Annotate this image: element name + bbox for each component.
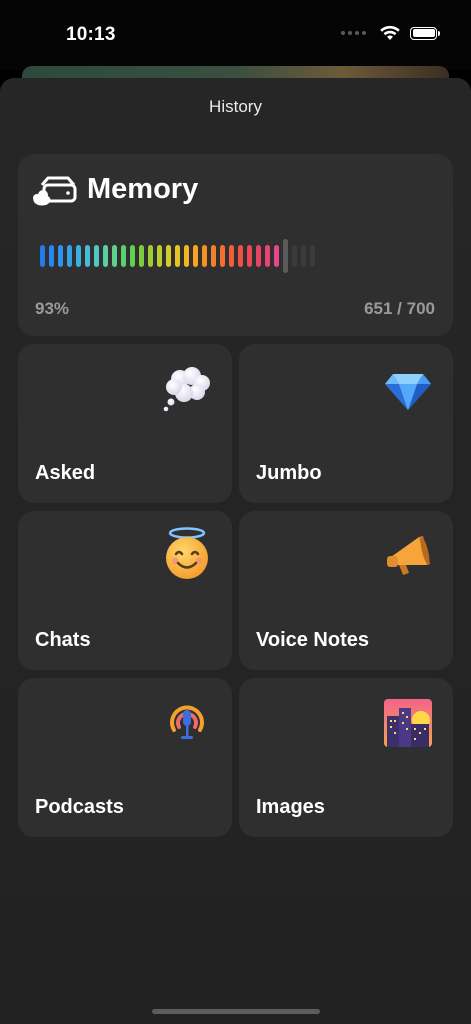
city-sunset-icon xyxy=(384,699,432,747)
memory-usage-meter xyxy=(40,239,315,273)
status-bar: 10:13 xyxy=(0,0,471,70)
memory-meter-segment xyxy=(202,245,207,267)
tile-label: Podcasts xyxy=(35,796,124,818)
memory-meter-segment xyxy=(229,245,234,267)
home-indicator xyxy=(152,1009,320,1014)
status-time: 10:13 xyxy=(66,24,116,45)
memory-percent: 93% xyxy=(35,299,70,318)
memory-meter-segment xyxy=(301,245,306,267)
memory-meter-segment xyxy=(94,245,99,267)
wifi-icon xyxy=(380,25,400,40)
sheet-title: History xyxy=(209,97,262,116)
tile-jumbo[interactable]: Jumbo xyxy=(239,344,453,503)
memory-meter-segment xyxy=(139,245,144,267)
battery-icon xyxy=(410,26,440,40)
memory-meter-segment xyxy=(49,245,54,267)
memory-meter-segment xyxy=(211,245,216,267)
memory-meter-segment xyxy=(256,245,261,267)
memory-meter-segment xyxy=(148,245,153,267)
thought-bubble-icon xyxy=(163,367,210,412)
memory-meter-segment xyxy=(274,245,279,267)
cellular-signal-icon xyxy=(341,31,366,35)
memory-meter-segment xyxy=(76,245,81,267)
tile-label: Chats xyxy=(35,629,91,651)
memory-meter-segment xyxy=(175,245,180,267)
memory-meter-segment xyxy=(265,245,270,267)
memory-meter-segment xyxy=(40,245,45,267)
tile-voice-notes[interactable]: Voice Notes xyxy=(239,511,453,670)
megaphone-icon xyxy=(387,536,430,575)
tile-label: Images xyxy=(256,796,325,818)
memory-meter-segment xyxy=(310,245,315,267)
memory-meter-segment xyxy=(85,245,90,267)
tile-chats[interactable]: Chats xyxy=(18,511,232,670)
tile-images[interactable]: Images xyxy=(239,678,453,837)
tile-podcasts[interactable]: Podcasts xyxy=(18,678,232,837)
halo-smile-icon xyxy=(166,527,208,579)
memory-meter-segment xyxy=(238,245,243,267)
tile-asked[interactable]: Asked xyxy=(18,344,232,503)
memory-meter-segment xyxy=(220,245,225,267)
memory-meter-segment xyxy=(193,245,198,267)
memory-meter-segment xyxy=(58,245,63,267)
memory-meter-segment xyxy=(184,245,189,267)
gem-icon xyxy=(385,374,431,410)
memory-count: 651 / 700 xyxy=(364,299,435,318)
memory-meter-segment xyxy=(292,245,297,267)
memory-meter-segment xyxy=(103,245,108,267)
memory-title: Memory xyxy=(87,173,199,205)
status-icons xyxy=(341,25,440,41)
memory-meter-segment xyxy=(166,245,171,267)
memory-meter-current-marker xyxy=(283,239,288,273)
tile-label: Jumbo xyxy=(256,462,322,484)
memory-meter-segment xyxy=(130,245,135,267)
memory-card[interactable]: Memory 93% 651 / 700 xyxy=(18,154,453,336)
memory-meter-segment xyxy=(121,245,126,267)
memory-drive-icon xyxy=(33,176,77,206)
memory-meter-segment xyxy=(247,245,252,267)
memory-meter-segment xyxy=(67,245,72,267)
memory-meter-segment xyxy=(157,245,162,267)
memory-meter-segment xyxy=(112,245,117,267)
podcast-icon xyxy=(170,705,204,739)
tile-label: Asked xyxy=(35,462,96,484)
tile-label: Voice Notes xyxy=(256,629,369,651)
